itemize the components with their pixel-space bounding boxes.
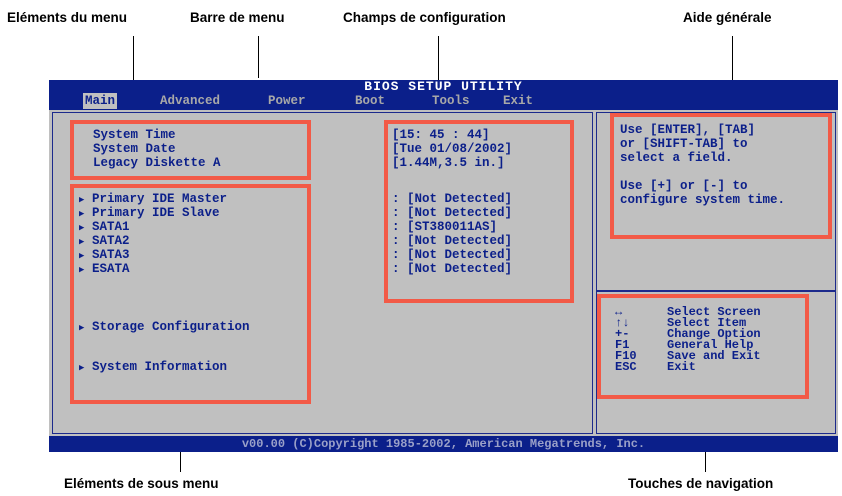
callout-submenu-items: Eléments de sous menu xyxy=(64,476,219,491)
callout-config-fields: Champs de configuration xyxy=(343,10,506,25)
callout-nav-keys: Touches de navigation xyxy=(628,476,774,491)
highlight-config-fields xyxy=(384,120,574,303)
leader-menu-bar xyxy=(258,36,259,78)
menu-tab-power[interactable]: Power xyxy=(268,93,306,109)
highlight-submenu-items xyxy=(70,184,311,404)
callout-menu-bar: Barre de menu xyxy=(190,10,285,25)
menu-tab-tools[interactable]: Tools xyxy=(432,93,470,109)
highlight-nav-keys xyxy=(597,294,809,399)
menu-tab-exit[interactable]: Exit xyxy=(503,93,533,109)
status-bar: v00.00 (C)Copyright 1985-2002, American … xyxy=(49,436,838,452)
callout-general-help: Aide générale xyxy=(683,10,772,25)
leader-menu-items xyxy=(133,36,134,86)
help-nav-divider xyxy=(596,290,836,292)
callout-menu-items: Eléments du menu xyxy=(7,10,128,25)
menu-bar: BIOS SETUP UTILITY Main Advanced Power B… xyxy=(49,80,838,110)
bios-screen: BIOS SETUP UTILITY Main Advanced Power B… xyxy=(49,80,838,452)
menu-tab-advanced[interactable]: Advanced xyxy=(160,93,220,109)
menu-tab-main[interactable]: Main xyxy=(83,93,118,109)
menu-tab-boot[interactable]: Boot xyxy=(355,93,385,109)
copyright-text: v00.00 (C)Copyright 1985-2002, American … xyxy=(241,437,646,451)
highlight-general-help xyxy=(610,113,832,239)
highlight-menu-items xyxy=(70,120,311,180)
menu-tabs: Main Advanced Power Boot Tools Exit xyxy=(49,92,838,110)
